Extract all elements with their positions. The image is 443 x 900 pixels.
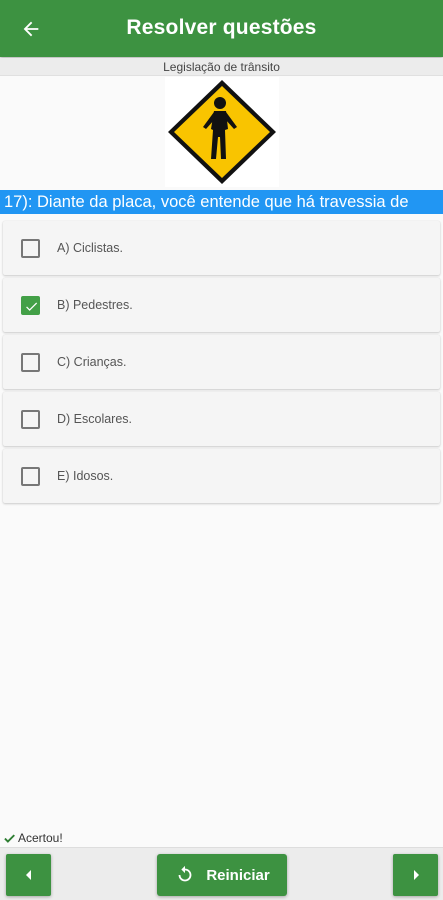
restart-icon	[178, 865, 192, 882]
checkmark-icon	[4, 833, 15, 843]
option-d[interactable]: D) Escolares.	[3, 392, 440, 446]
restart-button[interactable]: Reiniciar	[157, 854, 287, 896]
checkbox[interactable]	[21, 353, 40, 372]
question-text: 17): Diante da placa, você entende que h…	[0, 190, 443, 214]
checkbox[interactable]	[21, 239, 40, 258]
restart-label: Reiniciar	[206, 866, 270, 884]
option-label: A) Ciclistas.	[57, 241, 123, 255]
previous-button[interactable]	[6, 854, 51, 896]
checkbox-checked[interactable]	[21, 296, 40, 315]
page-title: Resolver questões	[126, 16, 317, 39]
option-c[interactable]: C) Crianças.	[3, 335, 440, 389]
result-status: Acertou!	[3, 830, 63, 846]
next-button[interactable]	[393, 854, 438, 896]
category-label: Legislação de trânsito	[0, 58, 443, 76]
option-label: E) Idosos.	[57, 469, 114, 483]
option-label: D) Escolares.	[57, 412, 133, 426]
option-label: B) Pedestres.	[57, 298, 133, 312]
status-text: Acertou!	[18, 831, 63, 845]
bottom-bar: Reiniciar	[0, 847, 443, 900]
checkmark-icon	[26, 302, 38, 311]
caret-left-icon	[25, 870, 31, 880]
option-b[interactable]: B) Pedestres.	[3, 278, 440, 332]
option-label: C) Crianças.	[57, 355, 127, 369]
pedestrian-sign-icon	[165, 77, 279, 187]
app-screen: Resolver questões Legislação de trânsito…	[0, 0, 443, 900]
option-e[interactable]: E) Idosos.	[3, 449, 440, 503]
checkbox[interactable]	[21, 467, 40, 486]
checkbox[interactable]	[21, 410, 40, 429]
caret-right-icon	[413, 870, 419, 880]
options-list: A) Ciclistas. B) Pedestres. C) Crianças.…	[3, 221, 440, 506]
option-a[interactable]: A) Ciclistas.	[3, 221, 440, 275]
pedestrian-crossing-sign	[164, 76, 280, 188]
app-bar: Resolver questões	[0, 0, 443, 57]
